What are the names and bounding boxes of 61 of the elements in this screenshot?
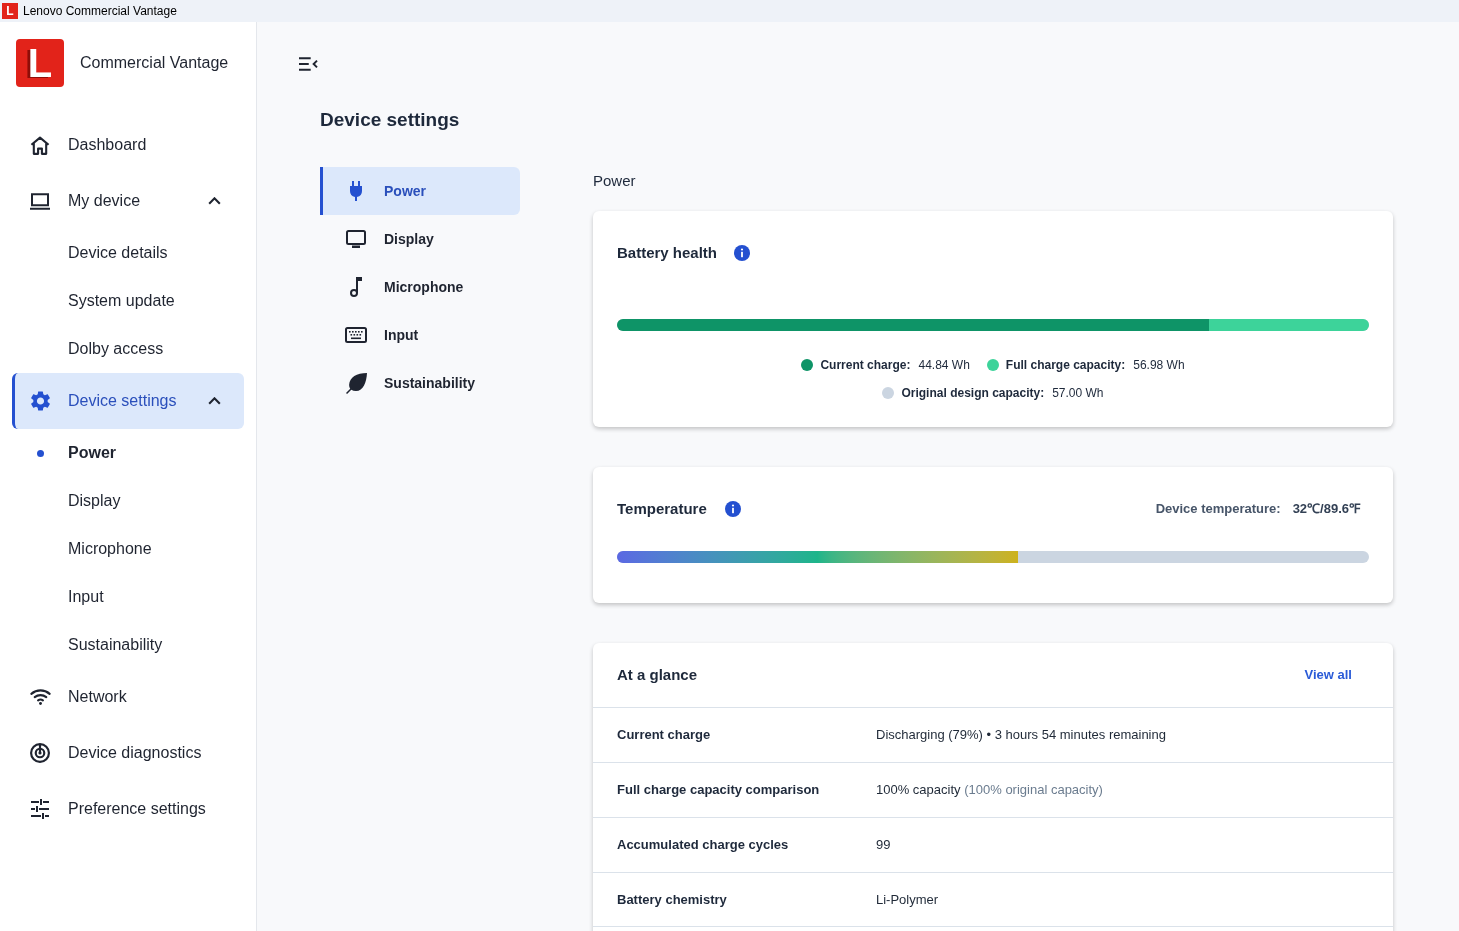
- music-note-icon: [349, 277, 363, 297]
- temperature-value: 32℃/89.6℉: [1292, 500, 1360, 519]
- row-label: Current charge: [617, 726, 712, 745]
- sidebar-subitem[interactable]: Input: [12, 573, 244, 621]
- app-logo: L: [16, 39, 64, 87]
- info-icon[interactable]: [724, 501, 741, 517]
- page-heading: Device settings: [320, 108, 460, 132]
- sidebar-subitem[interactable]: Sustainability: [12, 621, 244, 669]
- plug-icon: [350, 181, 362, 201]
- row-value: 99: [876, 836, 891, 855]
- card-title: Battery health: [617, 242, 718, 263]
- chevron-up-icon[interactable]: [208, 397, 221, 405]
- chevron-up-icon[interactable]: [208, 197, 221, 205]
- legend-value: 56.98 Wh: [1133, 357, 1185, 374]
- settings-tab[interactable]: Microphone: [320, 263, 520, 311]
- sidebar-item[interactable]: My device: [12, 173, 244, 229]
- laptop-icon: [30, 192, 50, 210]
- keyboard-icon: [345, 327, 367, 343]
- sidebar-item[interactable]: Device settings: [12, 373, 244, 429]
- view-all-link[interactable]: View all: [1304, 665, 1352, 685]
- legend-label: Full charge capacity:: [1005, 357, 1126, 374]
- legend-value: 44.84 Wh: [918, 357, 970, 374]
- settings-tab[interactable]: Display: [320, 215, 520, 263]
- sidebar-item[interactable]: Dashboard: [12, 117, 244, 173]
- leaf-icon: [345, 372, 367, 394]
- wifi-icon: [29, 689, 51, 705]
- app-name: Commercial Vantage: [80, 53, 229, 73]
- row-label: Full charge capacity comparison: [617, 781, 821, 800]
- row-label: Battery chemistry: [617, 890, 728, 909]
- sidebar-subitem[interactable]: Device details: [12, 229, 244, 277]
- app-logo: L: [2, 3, 18, 19]
- info-icon[interactable]: [734, 245, 751, 261]
- sliders-icon: [31, 799, 49, 819]
- monitor-icon: [346, 230, 366, 248]
- sidebar-subitem[interactable]: Display: [12, 477, 244, 525]
- window-title: Lenovo Commercial Vantage: [23, 5, 177, 17]
- sidebar-item[interactable]: Network: [12, 669, 244, 725]
- card-title: Temperature: [617, 498, 707, 519]
- sidebar-subitem[interactable]: Power: [12, 429, 244, 477]
- legend-value: 57.00 Wh: [1052, 385, 1104, 402]
- sidebar-subitem[interactable]: System update: [12, 277, 244, 325]
- settings-tab[interactable]: Input: [320, 311, 520, 359]
- radar-icon: [30, 743, 50, 763]
- settings-icon: [30, 391, 50, 411]
- temperature-label: Device temperature:: [1155, 500, 1281, 519]
- sidebar-item[interactable]: Preference settings: [12, 781, 244, 837]
- sidebar-subitem[interactable]: Dolby access: [12, 325, 244, 373]
- row-value: 100% capacity (100% original capacity): [876, 781, 1103, 800]
- sidebar-subitem[interactable]: Microphone: [12, 525, 244, 573]
- row-value: Discharging (79%) • 3 hours 54 minutes remaining: [876, 726, 1166, 745]
- legend-label: Original design capacity:: [901, 385, 1045, 402]
- settings-tab[interactable]: Sustainability: [320, 359, 520, 407]
- row-label: Accumulated charge cycles: [617, 836, 790, 855]
- row-value: Li-Polymer: [876, 890, 939, 909]
- card-title: At a glance: [617, 664, 698, 685]
- collapse-menu-icon[interactable]: [299, 57, 318, 71]
- settings-tab[interactable]: Power: [320, 167, 520, 215]
- home-icon: [30, 135, 50, 155]
- section-title: Power: [593, 171, 636, 191]
- legend-label: Current charge:: [820, 357, 911, 374]
- sidebar-item[interactable]: Device diagnostics: [12, 725, 244, 781]
